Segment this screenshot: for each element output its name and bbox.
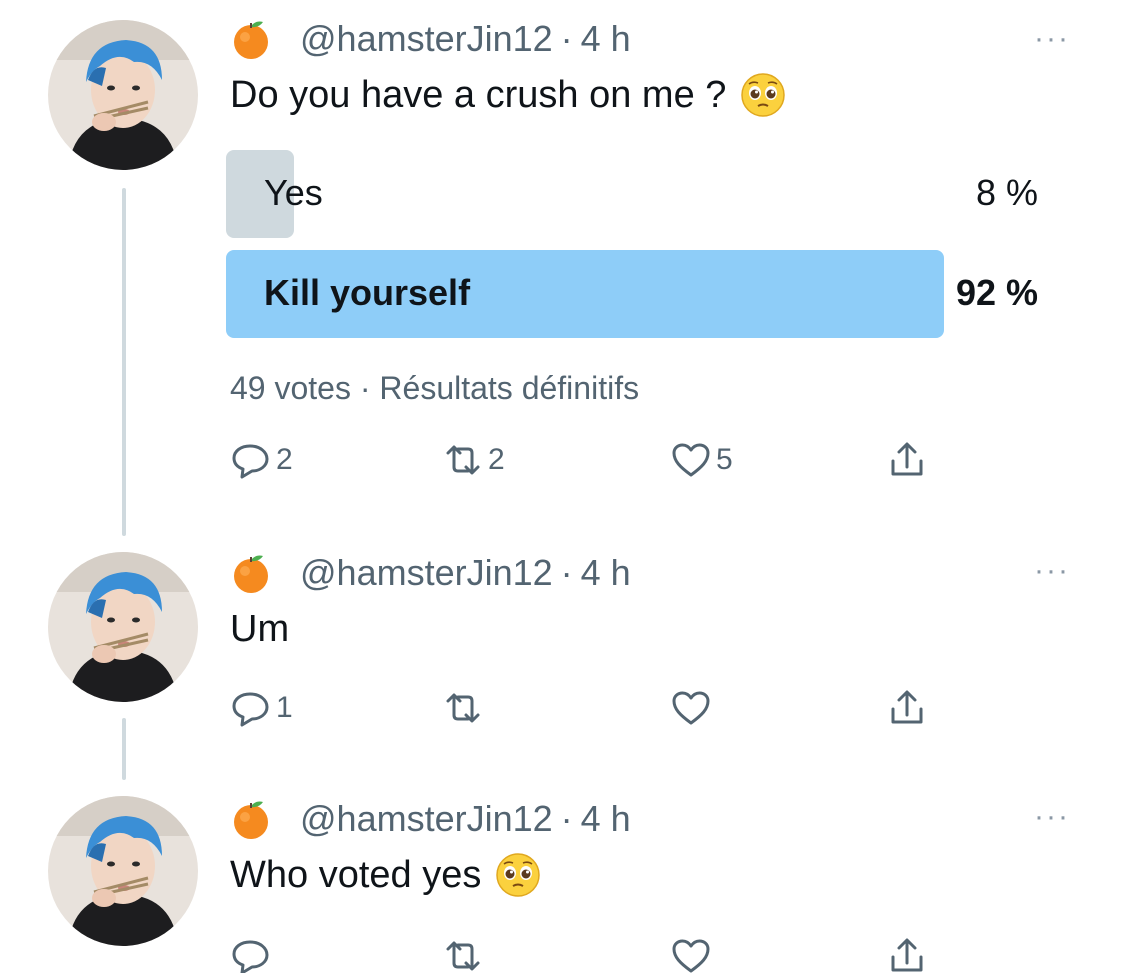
user-handle[interactable]: @hamsterJin12 <box>300 552 553 594</box>
separator-dot: · <box>560 552 573 593</box>
tweet-actions: 2 2 5 <box>230 436 950 484</box>
separator-dot: · <box>359 370 371 406</box>
more-options-icon[interactable]: ··· <box>1034 800 1070 834</box>
tweet-text-content: Um <box>230 608 290 650</box>
poll-option-kill-yourself: Kill yourself 92 % <box>226 250 1038 338</box>
poll-status: Résultats définitifs <box>379 370 640 406</box>
reply-button[interactable]: 1 <box>230 684 293 732</box>
tweet-text-content: Who voted yes <box>230 853 482 896</box>
reply-icon <box>230 439 272 481</box>
tweet-text: Who voted yes <box>230 852 541 898</box>
like-count: 5 <box>716 443 733 476</box>
tangerine-icon <box>230 18 272 60</box>
share-icon <box>886 935 928 973</box>
tweet-actions <box>230 932 950 973</box>
reply-icon <box>230 687 272 729</box>
avatar[interactable] <box>48 20 198 170</box>
tweet-text: Do you have a crush on me ? <box>230 72 786 118</box>
poll-option-label: Yes <box>264 172 323 213</box>
retweet-icon <box>442 687 484 729</box>
like-button[interactable] <box>670 684 712 732</box>
retweet-count: 2 <box>488 443 505 476</box>
poll-option-label: Kill yourself <box>264 272 471 313</box>
reply-count: 2 <box>276 443 293 476</box>
tangerine-icon <box>230 798 272 840</box>
share-icon <box>886 439 928 481</box>
user-handle[interactable]: @hamsterJin12 <box>300 798 553 840</box>
avatar[interactable] <box>48 552 198 702</box>
retweet-button[interactable] <box>442 684 484 732</box>
reply-button[interactable] <box>230 932 272 973</box>
share-icon <box>886 687 928 729</box>
tangerine-icon <box>230 552 272 594</box>
tweet-2[interactable]: @hamsterJin12 · 4 h ··· Um 1 <box>0 540 1122 740</box>
avatar[interactable] <box>48 796 198 946</box>
timestamp[interactable]: 4 h <box>581 552 631 594</box>
share-button[interactable] <box>886 684 928 732</box>
tweet-header: @hamsterJin12 · 4 h <box>230 550 631 596</box>
tweet-text-content: Do you have a crush on me ? <box>230 73 727 116</box>
share-button[interactable] <box>886 436 928 484</box>
poll-option-percent: 92 % <box>955 272 1038 313</box>
poll-option-yes: Yes 8 % <box>226 150 1038 238</box>
heart-icon <box>670 687 712 729</box>
more-options-icon[interactable]: ··· <box>1034 22 1070 56</box>
share-button[interactable] <box>886 932 928 973</box>
heart-icon <box>670 935 712 973</box>
poll-meta: 49 votes · Résultats définitifs <box>230 370 639 407</box>
tweet-header: @hamsterJin12 · 4 h <box>230 796 631 842</box>
like-button[interactable] <box>670 932 712 973</box>
pleading-face-icon <box>740 72 786 118</box>
retweet-button[interactable] <box>442 932 484 973</box>
user-handle[interactable]: @hamsterJin12 <box>300 18 553 60</box>
tweet-text: Um <box>230 608 289 651</box>
tweet-header: @hamsterJin12 · 4 h <box>230 16 631 62</box>
reply-button[interactable]: 2 <box>230 436 293 484</box>
heart-icon <box>670 439 712 481</box>
pleading-face-icon <box>495 852 541 898</box>
reply-count: 1 <box>276 691 293 724</box>
reply-icon <box>230 935 272 973</box>
separator-dot: · <box>560 798 573 839</box>
tweet-3[interactable]: @hamsterJin12 · 4 h ··· Who voted yes <box>0 786 1122 973</box>
poll-votes: 49 votes <box>230 370 351 406</box>
timestamp[interactable]: 4 h <box>581 798 631 840</box>
retweet-icon <box>442 439 484 481</box>
tweet-1[interactable]: @hamsterJin12 · 4 h ··· Do you have a cr… <box>0 0 1122 500</box>
tweet-actions: 1 <box>230 684 950 732</box>
retweet-icon <box>442 935 484 973</box>
separator-dot: · <box>560 18 573 59</box>
timestamp[interactable]: 4 h <box>581 18 631 60</box>
poll-option-percent: 8 % <box>975 172 1038 213</box>
retweet-button[interactable]: 2 <box>442 436 505 484</box>
more-options-icon[interactable]: ··· <box>1034 554 1070 588</box>
like-button[interactable]: 5 <box>670 436 733 484</box>
